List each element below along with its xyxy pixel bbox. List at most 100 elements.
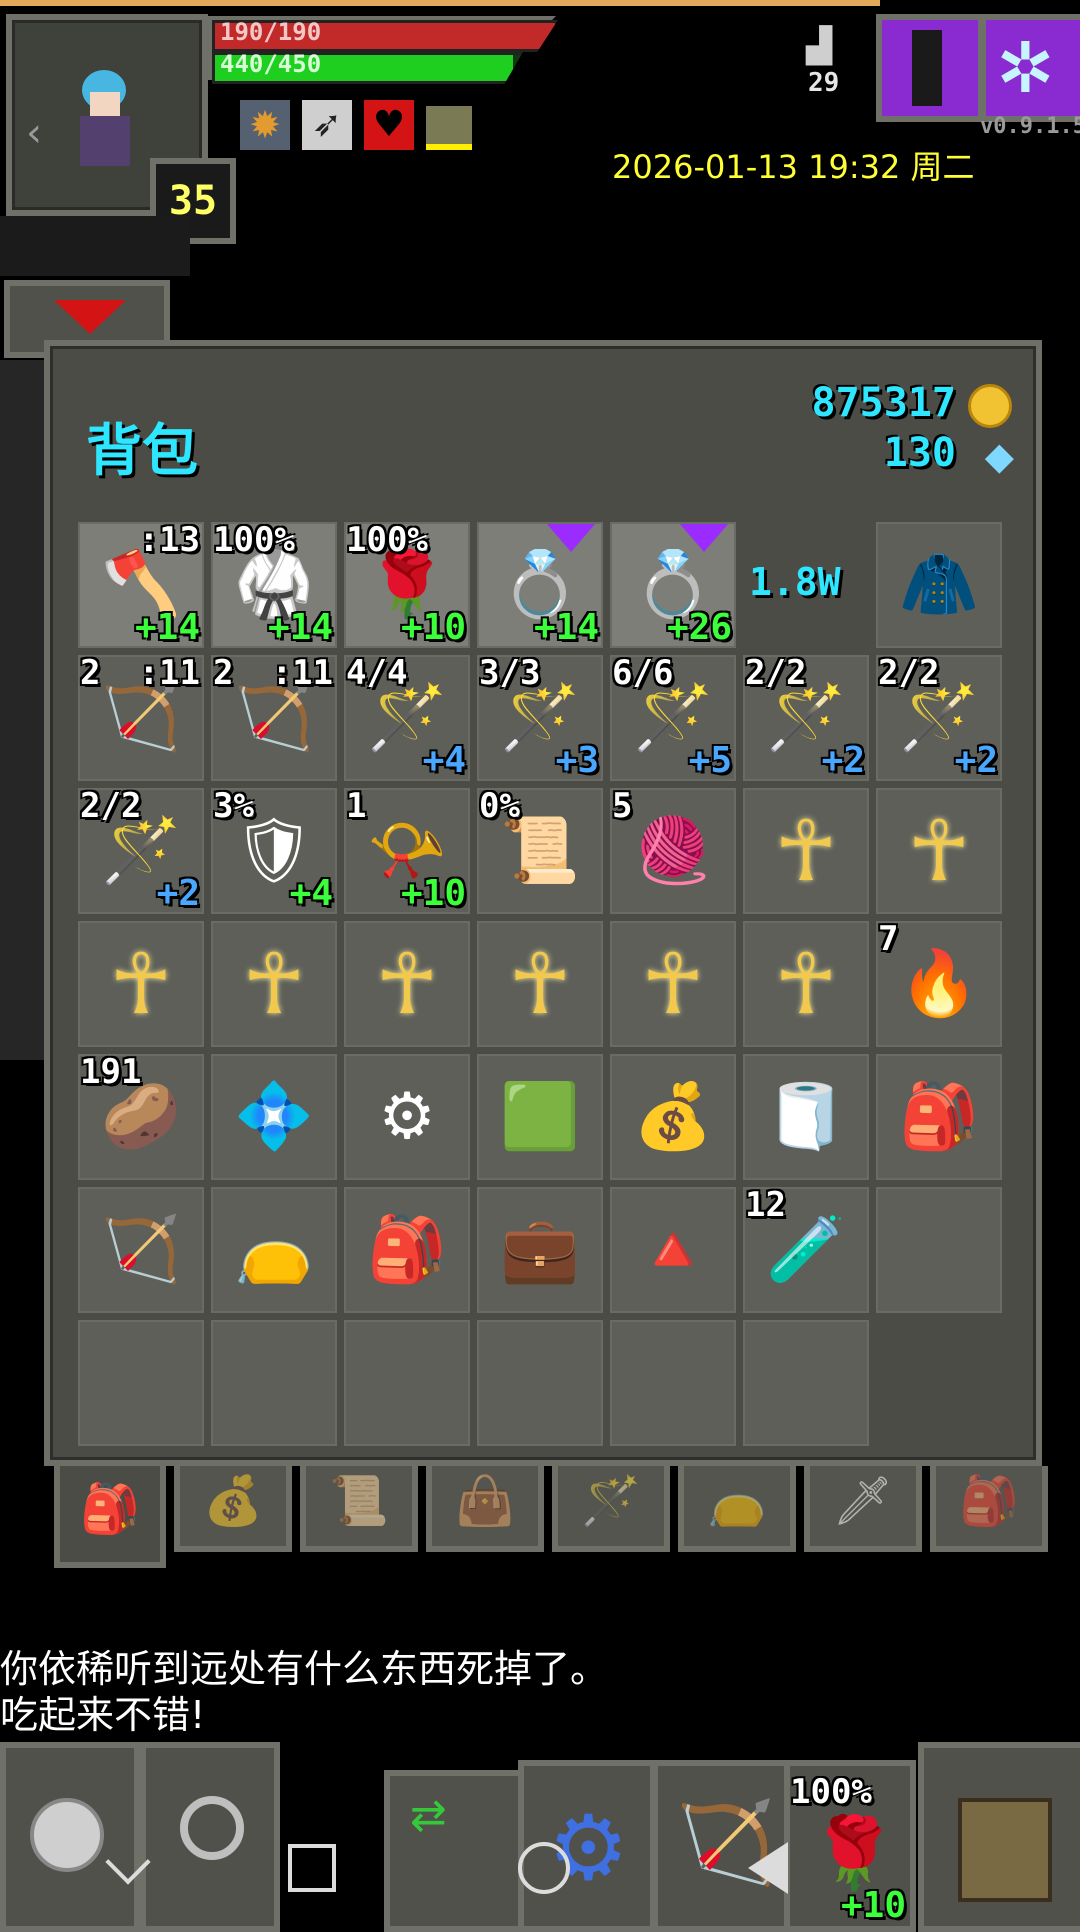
inventory-slot-blue-potion[interactable]: 🧪 12 [743, 1185, 869, 1313]
backpack-title: 背包 [86, 419, 198, 484]
item-badge: 100% [346, 520, 428, 560]
inventory-slot-ankh[interactable]: ☥ [743, 921, 869, 1047]
inventory-button[interactable] [918, 1742, 1080, 1932]
heart-buff-icon[interactable]: ♥ [364, 100, 414, 150]
quickslot-3[interactable]: 🌹 100% +10 [784, 1760, 916, 1932]
item-badge: 1 [346, 786, 367, 826]
inventory-slot-red-satchel[interactable]: 🎒 [876, 1054, 1002, 1180]
inventory-slot-value[interactable]: 1.8W [743, 522, 869, 648]
satchel-tab[interactable]: 👜 [426, 1466, 544, 1552]
inventory-slot-ankh[interactable]: ☥ [610, 921, 736, 1047]
inventory-slot-quiver[interactable]: 🏹 [78, 1187, 204, 1313]
red-pouch-icon: 👝 [234, 1213, 314, 1287]
inventory-slot-iron-wand[interactable]: 🪄 2/2 +2 [876, 653, 1002, 781]
satchel-icon: 👜 [455, 1472, 515, 1529]
compass-icon: ✲ [996, 27, 1055, 109]
teal-bag-tab[interactable]: 💰 [174, 1466, 292, 1552]
scroll-tab[interactable]: 📜 [300, 1466, 418, 1552]
gold-coin-icon [968, 384, 1012, 428]
search-button[interactable] [140, 1742, 280, 1932]
inventory-slot-ankh[interactable]: ☥ [78, 921, 204, 1047]
inventory-slot-shield[interactable]: 🛡 3% +4 [211, 786, 337, 914]
sun-buff-icon[interactable]: ✹ [240, 100, 290, 150]
log-line-2: 吃起来不错! [0, 1693, 206, 1737]
inventory-slot-canvas-backpack[interactable]: 🎒 [344, 1187, 470, 1313]
inventory-slot-silver-arrows[interactable]: 🏹 2:11 [78, 653, 204, 781]
sword-tab[interactable]: 🗡 [804, 1466, 922, 1552]
backpack-icon: 🎒 [80, 1480, 140, 1537]
ankh-icon: ☥ [641, 935, 705, 1033]
nav-back-triangle-icon[interactable] [748, 1842, 788, 1894]
inventory-slot-blue-armor[interactable]: 🥋 100% +14 [211, 520, 337, 648]
key-icon [912, 30, 942, 106]
version-label: v0.9.1.5 [980, 114, 1080, 139]
arrow-buff-icon[interactable]: ➶ [302, 100, 352, 150]
quiver-icon: 🏹 [101, 1213, 181, 1287]
red-satchel-icon: 🎒 [899, 1080, 979, 1154]
item-badge: 2/2 [878, 653, 940, 693]
inventory-slot-leather-backpack[interactable]: 💼 [477, 1187, 603, 1313]
inventory-slot-gear[interactable]: ⚙ [344, 1054, 470, 1180]
pouch-tab[interactable]: 👝 [678, 1466, 796, 1552]
inventory-slot-food-pouch[interactable]: 🥔 191 [78, 1052, 204, 1180]
inventory-slot-horn[interactable]: 📯 1 +10 [344, 786, 470, 914]
inventory-slot-torch[interactable]: 🔥 7 [876, 919, 1002, 1047]
inventory-grid: 🪓:13 +14 🥋 100% +14 🌹 100% +10 💍 +14 💍 +26 1.8W 🧥 🏹 2:1… [78, 520, 1008, 1446]
bag-tab-row: 🎒 💰 📜 👜 🪄 👝 🗡 🎒 [44, 1466, 1048, 1576]
item-upgrade-level: +14 [267, 607, 333, 648]
inventory-slot-blue-axe[interactable]: 🪓:13 +14 [78, 520, 204, 648]
inventory-slot-magenta-wand[interactable]: 🪄 3/3 +3 [477, 653, 603, 781]
inventory-slot-ice-wand[interactable]: 🪄 2/2 +2 [78, 786, 204, 914]
inventory-slot-scroll-quill[interactable]: 📜 0% [477, 786, 603, 914]
inventory-slot-crystal-amulet[interactable]: 💠 [211, 1054, 337, 1180]
buff-bar: ✹ ➶ ♥ [240, 100, 500, 150]
wait-button[interactable] [0, 1742, 140, 1932]
item-badge: 0% [479, 786, 520, 826]
inventory-slot-empty[interactable] [211, 1320, 337, 1446]
hero-sprite [72, 70, 142, 170]
inventory-slot-empty[interactable] [344, 1320, 470, 1446]
inventory-slot-red-pouch[interactable]: 👝 [211, 1187, 337, 1313]
bag-tab[interactable]: 🎒 [930, 1466, 1048, 1552]
nav-recents-icon[interactable] [288, 1844, 336, 1892]
inventory-slot-ankh[interactable]: ☥ [876, 788, 1002, 914]
inventory-slot-empty[interactable] [477, 1320, 603, 1446]
inventory-slot-leather-rolls[interactable]: 🧻 [743, 1054, 869, 1180]
backpack-tab[interactable]: 🎒 [54, 1466, 166, 1568]
inventory-slot-blue-cloak[interactable]: 🧥 [876, 522, 1002, 648]
inventory-slot-ankh[interactable]: ☥ [211, 921, 337, 1047]
inventory-slot-teal-bag[interactable]: 💰 [610, 1054, 736, 1180]
inventory-slot-ankh[interactable]: ☥ [477, 921, 603, 1047]
inventory-slot-gold-wand[interactable]: 🪄 2/2 +2 [743, 653, 869, 781]
item-badge: 12 [745, 1185, 786, 1225]
quickslot-swap-button[interactable]: ⇄ [384, 1770, 526, 1932]
inventory-slot-amethyst-ring[interactable]: 💍 +14 [477, 522, 603, 648]
item-badge: 3/3 [479, 653, 541, 693]
inventory-slot-emerald[interactable]: 🟩 [477, 1054, 603, 1180]
nav-home-icon[interactable] [518, 1842, 570, 1894]
ankh-icon: ☥ [907, 802, 971, 900]
shield-buff-icon[interactable] [426, 106, 472, 150]
inventory-slot-wooden-arrows[interactable]: 🏹 2:11 [211, 653, 337, 781]
item-upgrade-level: +10 [400, 873, 466, 914]
gem-icon: ◆ [984, 434, 1014, 478]
inventory-slot-empty[interactable] [610, 1320, 736, 1446]
ankh-icon: ☥ [774, 935, 838, 1033]
inventory-slot-ankh[interactable]: ☥ [344, 921, 470, 1047]
inventory-slot-purple-wand[interactable]: 🪄 4/4 +4 [344, 653, 470, 781]
inventory-slot-green-cloth[interactable]: 🧶 5 [610, 786, 736, 914]
green-cloth-icon: 🧶 [633, 814, 713, 888]
inventory-slot-red-flower[interactable]: 🌹 100% +10 [344, 520, 470, 648]
inventory-slot-ankh[interactable]: ☥ [743, 788, 869, 914]
inventory-slot-empty[interactable] [876, 1187, 1002, 1313]
inventory-slot-fire-wand[interactable]: 🪄 6/6 +5 [610, 653, 736, 781]
inventory-slot-amethyst-ring-2[interactable]: 💍 +26 [610, 522, 736, 648]
inventory-slot-crystal-pyramid[interactable]: 🔺 [610, 1187, 736, 1313]
blue-cloak-icon: 🧥 [899, 548, 979, 622]
journal-button[interactable]: ✲ [980, 14, 1080, 122]
inventory-slot-empty[interactable] [78, 1320, 204, 1446]
item-badge: 2/2 [80, 786, 142, 826]
inventory-slot-empty[interactable] [743, 1320, 869, 1446]
wand-tab[interactable]: 🪄 [552, 1466, 670, 1552]
key-button[interactable] [876, 14, 984, 122]
